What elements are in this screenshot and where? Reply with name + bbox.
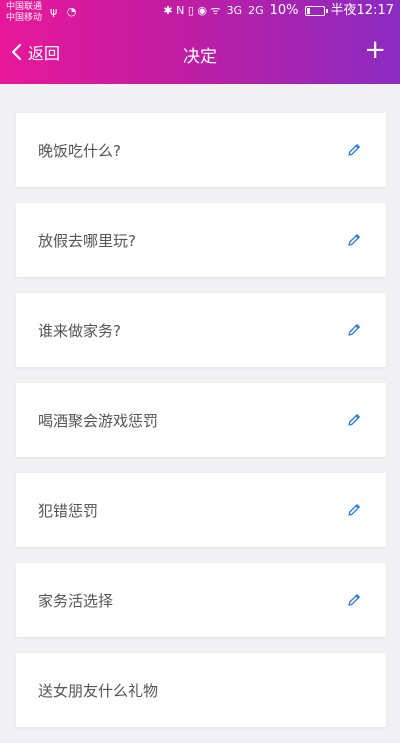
pencil-icon[interactable] bbox=[346, 142, 362, 158]
list-item[interactable]: 喝酒聚会游戏惩罚 bbox=[16, 383, 386, 457]
list-item-label: 送女朋友什么礼物 bbox=[38, 681, 159, 700]
list-item[interactable]: 放假去哪里玩? bbox=[16, 203, 386, 277]
status-bar: 中国联通 中国移动 ψ ◔ ✱ N ▯ ◉ ᯤ 3G 2G 10% 半夜12:1… bbox=[0, 0, 400, 26]
pencil-icon[interactable] bbox=[346, 502, 362, 518]
page-title: 决定 bbox=[183, 47, 217, 67]
list-item-label: 放假去哪里玩? bbox=[38, 231, 136, 250]
list-item[interactable]: 晚饭吃什么? bbox=[16, 113, 386, 187]
list-item-label: 晚饭吃什么? bbox=[38, 141, 121, 160]
clock: 半夜12:17 bbox=[330, 3, 394, 18]
status-indicators: ✱ N ▯ ◉ ᯤ 3G 2G 10% 半夜12:17 bbox=[163, 3, 394, 18]
list-item[interactable]: 送女朋友什么礼物 bbox=[16, 653, 386, 727]
list-item[interactable]: 谁来做家务? bbox=[16, 293, 386, 367]
carrier-2: 中国移动 bbox=[6, 13, 43, 23]
app-header: 中国联通 中国移动 ψ ◔ ✱ N ▯ ◉ ᯤ 3G 2G 10% 半夜12:1… bbox=[0, 0, 400, 84]
pencil-icon[interactable] bbox=[346, 322, 362, 338]
battery-percent: 10% bbox=[269, 3, 299, 18]
list-item[interactable]: 家务活选择 bbox=[16, 563, 386, 637]
network-2g: 2G bbox=[248, 4, 264, 17]
carrier-1: 中国联通 bbox=[6, 2, 43, 12]
decision-list: 晚饭吃什么? 放假去哪里玩? 谁来做家务? 喝酒聚会游戏惩罚 犯错惩罚 家务活选… bbox=[16, 113, 386, 743]
pencil-icon[interactable] bbox=[346, 232, 362, 248]
list-item-label: 喝酒聚会游戏惩罚 bbox=[38, 411, 159, 430]
carrier-info: 中国联通 中国移动 bbox=[6, 2, 42, 24]
nav-bar: 返回 决定 + bbox=[0, 30, 400, 78]
add-icon[interactable]: + bbox=[364, 36, 386, 64]
list-item-label: 犯错惩罚 bbox=[38, 501, 99, 520]
pencil-icon[interactable] bbox=[346, 412, 362, 428]
list-item-label: 家务活选择 bbox=[38, 591, 114, 610]
notification-icons: ψ ◔ bbox=[50, 5, 80, 18]
list-item[interactable]: 犯错惩罚 bbox=[16, 473, 386, 547]
network-3g: 3G bbox=[226, 4, 243, 17]
list-item-label: 谁来做家务? bbox=[38, 321, 121, 340]
system-icons: ✱ N ▯ ◉ ᯤ bbox=[163, 4, 221, 17]
pencil-icon[interactable] bbox=[346, 592, 362, 608]
battery-icon bbox=[304, 6, 328, 16]
